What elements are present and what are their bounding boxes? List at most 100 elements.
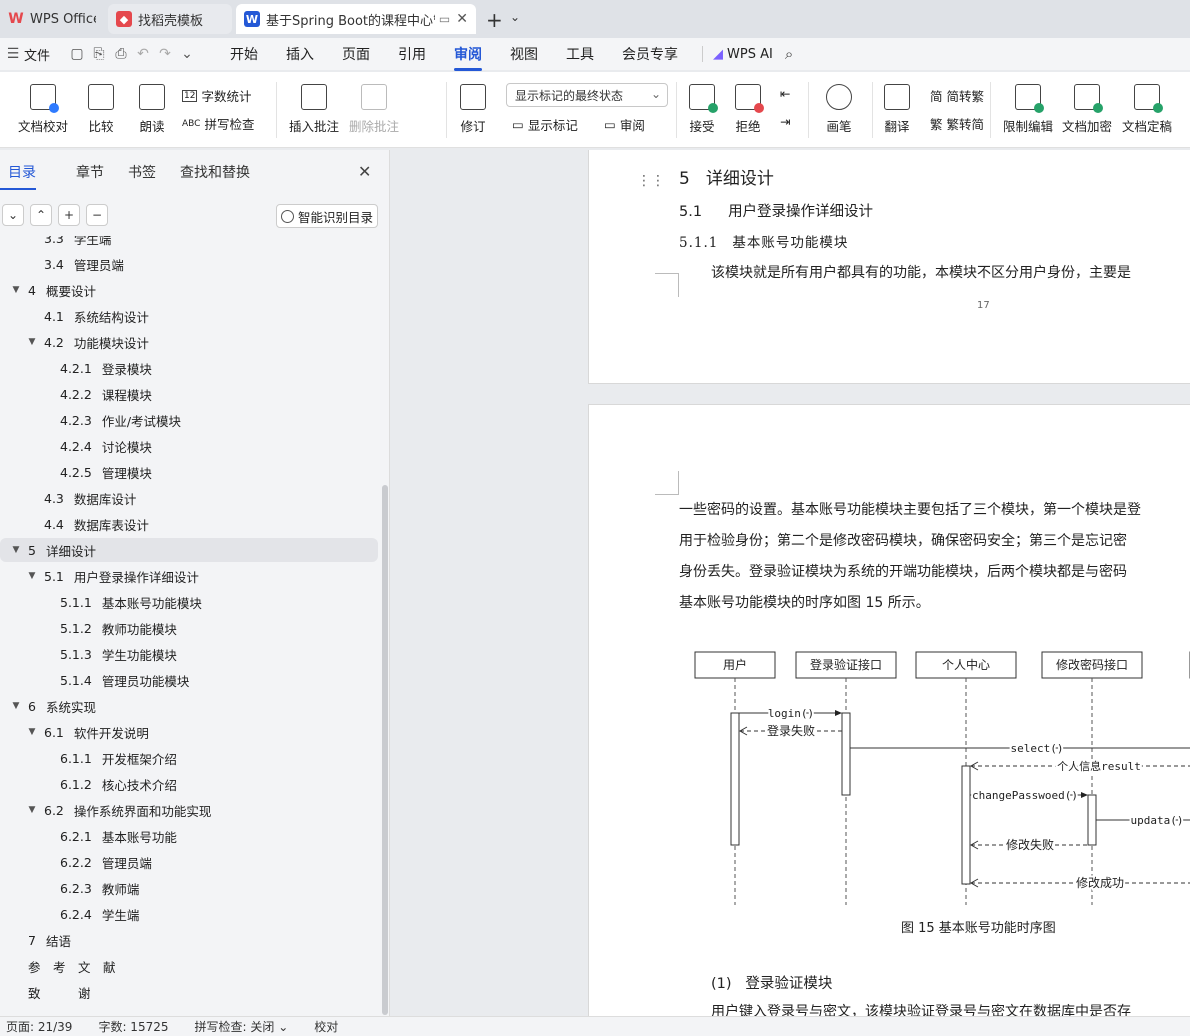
toc-item[interactable]: 4.4 数据库表设计 [0,512,378,536]
toc-item[interactable]: ▼ 6.1 软件开发说明 [0,720,378,744]
expand-triangle-icon[interactable]: ▼ [10,701,22,711]
expand-triangle-icon[interactable]: ▼ [26,727,38,737]
save-icon[interactable]: ▢ [66,46,88,62]
menu-tools[interactable]: 工具 [552,44,608,64]
read-aloud-button[interactable]: 朗读 [139,84,165,135]
menu-view[interactable]: 视图 [496,44,552,64]
word-count-button[interactable]: 12 字数统计 [182,86,251,105]
menu-start[interactable]: 开始 [216,44,272,64]
tab-bookmark[interactable]: 书签 [120,162,164,182]
menu-review[interactable]: 审阅 [440,44,496,71]
toc-item[interactable]: 4.2.5 管理模块 [0,460,378,484]
spell-check-button[interactable]: ABC 拼写检查 [182,114,254,133]
collapse-icon[interactable]: ⌃ [30,204,52,226]
trad-to-simp-button[interactable]: 繁 繁转简 [930,114,984,133]
undo-icon[interactable]: ↶ [132,46,154,62]
drag-handle-icon[interactable]: ⋮⋮ [637,173,665,189]
insert-comment-button[interactable]: 插入批注 [289,84,339,135]
tab-toc[interactable]: 目录 [0,162,44,190]
toc-item[interactable]: 3.4 管理员端 [0,252,378,276]
tab-chapter[interactable]: 章节 [68,162,112,182]
close-icon[interactable]: ✕ [358,162,371,181]
toc-item[interactable]: 6.2.2 管理员端 [0,850,378,874]
translate-button[interactable]: 翻译 [884,84,910,135]
doc-check-button[interactable]: 文档校对 [18,84,68,135]
toc-item[interactable]: 6.2.1 基本账号功能 [0,824,378,848]
show-markup-button[interactable]: ▭ 显示标记 [512,115,578,134]
menu-member[interactable]: 会员专享 [608,44,692,64]
search-icon[interactable]: ⌕ [785,45,793,63]
simp-to-trad-button[interactable]: 简 简转繁 [930,86,984,105]
toc-item[interactable]: 4.1 系统结构设计 [0,304,378,328]
menu-reference[interactable]: 引用 [384,44,440,64]
new-tab-icon[interactable]: + [486,8,503,32]
tab-wps-office[interactable]: W WPS Office [0,4,104,34]
toc-item[interactable]: 4.2.1 登录模块 [0,356,378,380]
toc-item[interactable]: 4.2.3 作业/考试模块 [0,408,378,432]
toc-item[interactable]: 致 谢 [0,980,378,1004]
wps-ai-button[interactable]: WPS AI [727,47,773,62]
encrypt-button[interactable]: 文档加密 [1062,84,1112,135]
markup-state-select[interactable]: 显示标记的最终状态 ⌄ [506,83,668,107]
expand-triangle-icon[interactable]: ▼ [26,571,38,581]
add-icon[interactable]: + [58,204,80,226]
toc-item[interactable]: 7 结语 [0,928,378,952]
chevron-down-icon[interactable]: ⌄ [510,10,520,24]
monitor-icon[interactable]: ▭ [439,12,450,26]
redo-icon[interactable]: ↷ [154,46,176,62]
previous-change-icon[interactable]: ⇤ [780,86,790,101]
restrict-edit-button[interactable]: 限制编辑 [1003,84,1053,135]
toc-item[interactable]: ▼ 4.2 功能模块设计 [0,330,378,354]
toc-item[interactable]: ▼ 6 系统实现 [0,694,378,718]
toc-scrollbar[interactable] [382,485,388,1015]
pen-button[interactable]: 画笔 [826,84,852,135]
page-indicator[interactable]: 页面: 21/39 [0,1018,72,1035]
more-icon[interactable]: ⌄ [176,46,198,62]
expand-triangle-icon[interactable]: ▼ [26,805,38,815]
toc-item[interactable]: 参 考 文 献 [0,954,378,978]
compare-button[interactable]: 比较 [88,84,114,135]
toc-item[interactable]: 5.1.2 教师功能模块 [0,616,378,640]
toc-item[interactable]: 3.3 学生端 [0,236,378,250]
print-icon[interactable]: ⎙ [110,46,132,62]
toc-item[interactable]: 4.2.4 讨论模块 [0,434,378,458]
hamburger-icon[interactable]: ☰ [2,46,24,62]
menu-page[interactable]: 页面 [328,44,384,64]
expand-icon[interactable]: ⌄ [2,204,24,226]
toc-item[interactable]: 4.3 数据库设计 [0,486,378,510]
smart-toc-button[interactable]: 智能识别目录 [276,204,378,228]
toc-item[interactable]: 5.1.1 基本账号功能模块 [0,590,378,614]
toc-item[interactable]: ▼ 5.1 用户登录操作详细设计 [0,564,378,588]
close-icon[interactable]: ✕ [456,11,468,27]
expand-triangle-icon[interactable]: ▼ [10,545,22,555]
spell-check-status[interactable]: 拼写检查: 关闭 ⌄ [189,1018,289,1035]
toc-item[interactable]: ▼ 5 详细设计 [0,538,378,562]
tab-document[interactable]: W 基于Spring Boot的课程中心管理系统 ▭ ✕ [236,4,476,34]
reject-button[interactable]: 拒绝 [735,84,764,135]
delete-comment-button[interactable]: 删除批注 [349,84,399,135]
proofread-status[interactable]: 校对 [308,1018,338,1035]
toc-item[interactable]: 5.1.4 管理员功能模块 [0,668,378,692]
toc-item[interactable]: 6.1.2 核心技术介绍 [0,772,378,796]
review-pane-button[interactable]: ▭ 审阅 [604,115,645,134]
revise-button[interactable]: 修订 [460,84,486,135]
toc-item[interactable]: 5.1.3 学生功能模块 [0,642,378,666]
accept-button[interactable]: 接受 [689,84,718,135]
next-change-icon[interactable]: ⇥ [780,114,790,129]
word-count-status[interactable]: 字数: 15725 [92,1018,168,1035]
toc-item[interactable]: ▼ 6.2 操作系统界面和功能实现 [0,798,378,822]
export-icon[interactable]: ⎘ [88,46,110,62]
menu-insert[interactable]: 插入 [272,44,328,64]
tab-find-replace[interactable]: 查找和替换 [172,162,258,182]
toc-item[interactable]: ▼ 4 概要设计 [0,278,378,302]
tab-docer-templates[interactable]: ◆ 找稻壳模板 [108,4,232,34]
file-menu[interactable]: 文件 [24,45,50,64]
toc-item[interactable]: 6.2.3 教师端 [0,876,378,900]
toc-item[interactable]: 6.2.4 学生端 [0,902,378,926]
toc-item[interactable]: 6.1.1 开发框架介绍 [0,746,378,770]
expand-triangle-icon[interactable]: ▼ [10,285,22,295]
finalize-button[interactable]: 文档定稿 [1122,84,1172,135]
expand-triangle-icon[interactable]: ▼ [26,337,38,347]
remove-icon[interactable]: − [86,204,108,226]
toc-item[interactable]: 4.2.2 课程模块 [0,382,378,406]
